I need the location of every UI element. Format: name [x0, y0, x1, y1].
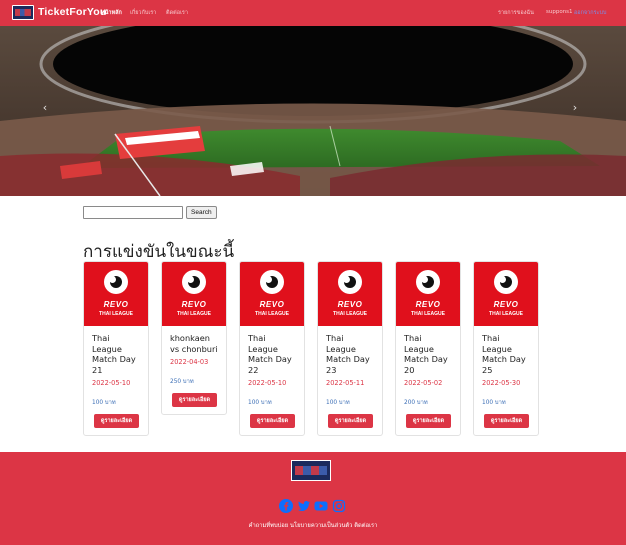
details-button[interactable]: ดูรายละเอียด [406, 414, 451, 428]
card-title: Thai League Match Day 21 [92, 333, 136, 375]
brand-logo-icon[interactable] [12, 5, 34, 20]
card-price: 100 บาท [248, 400, 272, 406]
details-button[interactable]: ดูรายละเอียด [94, 414, 139, 428]
card-title: Thai League Match Day 20 [404, 333, 448, 375]
card-price: 200 บาท [404, 400, 428, 406]
logo-league-text: THAI LEAGUE [99, 311, 133, 317]
card-title: khonkaen vs chonburi [170, 333, 218, 354]
league-emblem-icon [104, 270, 128, 294]
footer-logo-icon[interactable] [291, 460, 331, 481]
match-card: REVO THAI LEAGUE Thai League Match Day 2… [239, 261, 305, 436]
carousel-next-icon[interactable]: › [568, 99, 582, 117]
card-price: 100 บาท [92, 400, 116, 406]
card-date: 2022-05-02 [404, 379, 443, 387]
nav-contact[interactable]: ติดต่อเรา [166, 9, 188, 17]
league-emblem-icon [494, 270, 518, 294]
league-logo[interactable]: REVO THAI LEAGUE [240, 262, 304, 326]
details-button[interactable]: ดูรายละเอียด [328, 414, 373, 428]
search-input[interactable] [83, 206, 183, 219]
match-card: REVO THAI LEAGUE Thai League Match Day 2… [395, 261, 461, 436]
instagram-icon[interactable] [332, 499, 346, 513]
league-emblem-icon [416, 270, 440, 294]
facebook-icon[interactable] [279, 499, 293, 513]
league-logo[interactable]: REVO THAI LEAGUE [396, 262, 460, 326]
league-logo[interactable]: REVO THAI LEAGUE [474, 262, 538, 326]
card-price: 100 บาท [326, 400, 350, 406]
search-bar: Search [83, 206, 217, 219]
card-title: Thai League Match Day 22 [248, 333, 292, 375]
card-date: 2022-04-03 [170, 358, 209, 366]
logo-brand-text: REVO [337, 300, 363, 309]
card-date: 2022-05-10 [92, 379, 131, 387]
footer-links[interactable]: คำถามที่พบบ่อย นโยบายความเป็นส่วนตัว ติด… [0, 520, 626, 530]
logo-brand-text: REVO [493, 300, 519, 309]
league-emblem-icon [182, 270, 206, 294]
logo-league-text: THAI LEAGUE [411, 311, 445, 317]
match-card: REVO THAI LEAGUE Thai League Match Day 2… [473, 261, 539, 436]
twitter-icon[interactable] [297, 499, 311, 513]
nav-about[interactable]: เกี่ยวกับเรา [130, 9, 156, 17]
league-logo[interactable]: REVO THAI LEAGUE [84, 262, 148, 326]
logo-brand-text: REVO [259, 300, 285, 309]
youtube-icon[interactable] [314, 499, 328, 513]
league-logo[interactable]: REVO THAI LEAGUE [162, 262, 226, 326]
navbar: TicketForYou หน้าหลัก เกี่ยวกับเรา ติดต่… [0, 0, 626, 26]
logo-league-text: THAI LEAGUE [489, 311, 523, 317]
card-price: 250 บาท [170, 379, 194, 385]
carousel-prev-icon[interactable]: ‹ [38, 99, 52, 117]
logo-league-text: THAI LEAGUE [177, 311, 211, 317]
details-button[interactable]: ดูรายละเอียด [484, 414, 529, 428]
card-title: Thai League Match Day 25 [482, 333, 526, 375]
nav-home[interactable]: หน้าหลัก [101, 9, 122, 17]
card-date: 2022-05-11 [326, 379, 365, 387]
match-card: REVO THAI LEAGUE khonkaen vs chonburi 20… [161, 261, 227, 415]
nav-username: suppons1 [546, 9, 573, 15]
logo-brand-text: REVO [181, 300, 207, 309]
footer: คำถามที่พบบ่อย นโยบายความเป็นส่วนตัว ติด… [0, 452, 626, 545]
search-button[interactable]: Search [186, 206, 217, 219]
stadium-image [0, 26, 626, 196]
league-emblem-icon [338, 270, 362, 294]
card-title: Thai League Match Day 23 [326, 333, 370, 375]
card-date: 2022-05-10 [248, 379, 287, 387]
logo-brand-text: REVO [415, 300, 441, 309]
league-logo[interactable]: REVO THAI LEAGUE [318, 262, 382, 326]
details-button[interactable]: ดูรายละเอียด [172, 393, 217, 407]
details-button[interactable]: ดูรายละเอียด [250, 414, 295, 428]
logo-league-text: THAI LEAGUE [255, 311, 289, 317]
match-card: REVO THAI LEAGUE Thai League Match Day 2… [317, 261, 383, 436]
brand-name[interactable]: TicketForYou [38, 6, 107, 18]
match-card: REVO THAI LEAGUE Thai League Match Day 2… [83, 261, 149, 436]
league-emblem-icon [260, 270, 284, 294]
logo-league-text: THAI LEAGUE [333, 311, 367, 317]
nav-logout[interactable]: ออกจากระบบ [574, 9, 606, 17]
hero-carousel: ‹ › [0, 26, 626, 196]
logo-brand-text: REVO [103, 300, 129, 309]
card-price: 100 บาท [482, 400, 506, 406]
nav-my-list[interactable]: รายการของฉัน [498, 9, 534, 17]
card-date: 2022-05-30 [482, 379, 521, 387]
